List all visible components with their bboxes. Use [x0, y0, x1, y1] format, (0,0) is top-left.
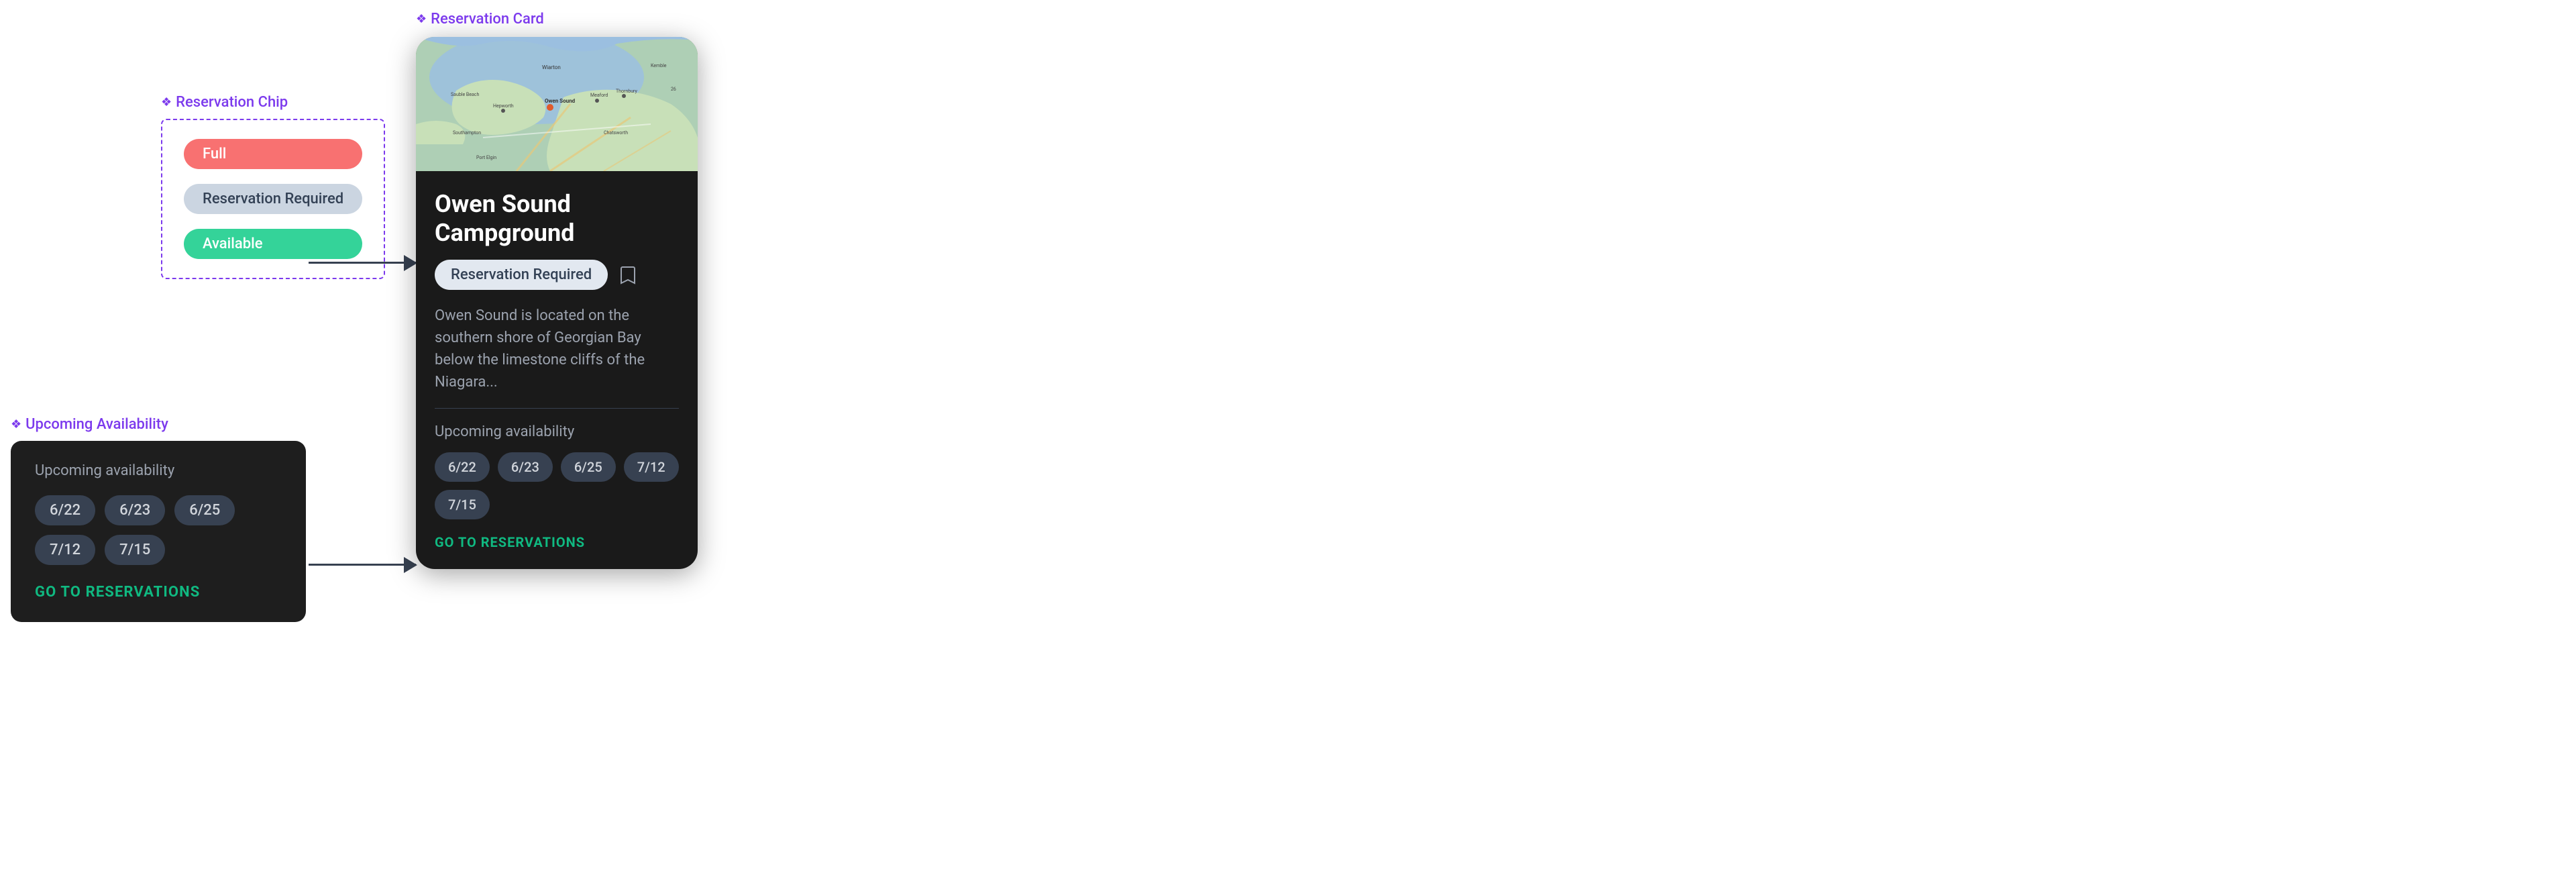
card-date-chip-0[interactable]: 6/22: [435, 452, 490, 482]
card-date-chip-3[interactable]: 7/12: [624, 452, 679, 482]
arrow-upcoming-to-card: [309, 564, 416, 566]
arrow-line-chip: [309, 262, 416, 264]
svg-text:Thornbury: Thornbury: [616, 89, 637, 94]
map-svg: Owen Sound Meaford Hepworth Thornbury Sa…: [416, 37, 698, 171]
card-map: Owen Sound Meaford Hepworth Thornbury Sa…: [416, 37, 698, 171]
upcoming-availability-section: Upcoming Availability Upcoming availabil…: [11, 416, 306, 622]
chip-container: Full Reservation Required Available: [161, 119, 385, 279]
date-chip-1[interactable]: 6/23: [105, 495, 165, 525]
svg-text:Meaford: Meaford: [590, 93, 608, 98]
svg-text:Kemble: Kemble: [651, 63, 667, 68]
svg-text:Chatsworth: Chatsworth: [604, 130, 628, 136]
reservation-chip-section: Reservation Chip Full Reservation Requir…: [161, 94, 385, 279]
upcoming-card: Upcoming availability 6/22 6/23 6/25 7/1…: [11, 441, 306, 622]
date-chip-3[interactable]: 7/12: [35, 535, 95, 565]
chip-full[interactable]: Full: [184, 139, 362, 169]
chip-available[interactable]: Available: [184, 229, 362, 259]
card-date-chip-2[interactable]: 6/25: [561, 452, 616, 482]
card-date-chips-row: 6/22 6/23 6/25 7/12 7/15: [435, 452, 679, 519]
arrow-chip-to-card: [309, 262, 416, 264]
date-chips-row: 6/22 6/23 6/25 7/12 7/15: [35, 495, 282, 565]
svg-text:Sauble Beach: Sauble Beach: [451, 92, 479, 97]
card-chip-reservation-required[interactable]: Reservation Required: [435, 260, 608, 290]
go-to-reservations-button[interactable]: GO TO RESERVATIONS: [35, 584, 282, 601]
svg-text:Port Elgin: Port Elgin: [476, 155, 496, 160]
reservation-card-section: Reservation Card: [416, 11, 698, 569]
bookmark-icon[interactable]: [619, 264, 637, 286]
reservation-card: Owen Sound Meaford Hepworth Thornbury Sa…: [416, 37, 698, 569]
card-title: Owen Sound Campground: [435, 190, 679, 248]
card-content: Owen Sound Campground Reservation Requir…: [416, 171, 698, 569]
card-date-chip-4[interactable]: 7/15: [435, 490, 490, 519]
upcoming-section-label: Upcoming Availability: [11, 416, 306, 433]
svg-text:Wiarton: Wiarton: [542, 64, 561, 70]
chip-reservation-required[interactable]: Reservation Required: [184, 184, 362, 214]
svg-text:Southampton: Southampton: [453, 130, 481, 136]
date-chip-0[interactable]: 6/22: [35, 495, 95, 525]
upcoming-card-label: Upcoming availability: [35, 462, 282, 479]
date-chip-2[interactable]: 6/25: [174, 495, 235, 525]
card-upcoming-label: Upcoming availability: [435, 423, 679, 440]
card-description: Owen Sound is located on the southern sh…: [435, 305, 679, 393]
arrow-line-upcoming: [309, 564, 416, 566]
card-divider: [435, 408, 679, 409]
card-date-chip-1[interactable]: 6/23: [498, 452, 553, 482]
reservation-card-section-label: Reservation Card: [416, 11, 698, 28]
svg-text:26: 26: [671, 87, 676, 92]
card-go-to-reservations-button[interactable]: GO TO RESERVATIONS: [435, 534, 679, 550]
svg-text:Hepworth: Hepworth: [493, 103, 514, 109]
svg-text:Owen Sound: Owen Sound: [545, 98, 576, 104]
reservation-chip-label: Reservation Chip: [161, 94, 385, 111]
date-chip-4[interactable]: 7/15: [105, 535, 165, 565]
card-chips-row: Reservation Required: [435, 260, 679, 290]
